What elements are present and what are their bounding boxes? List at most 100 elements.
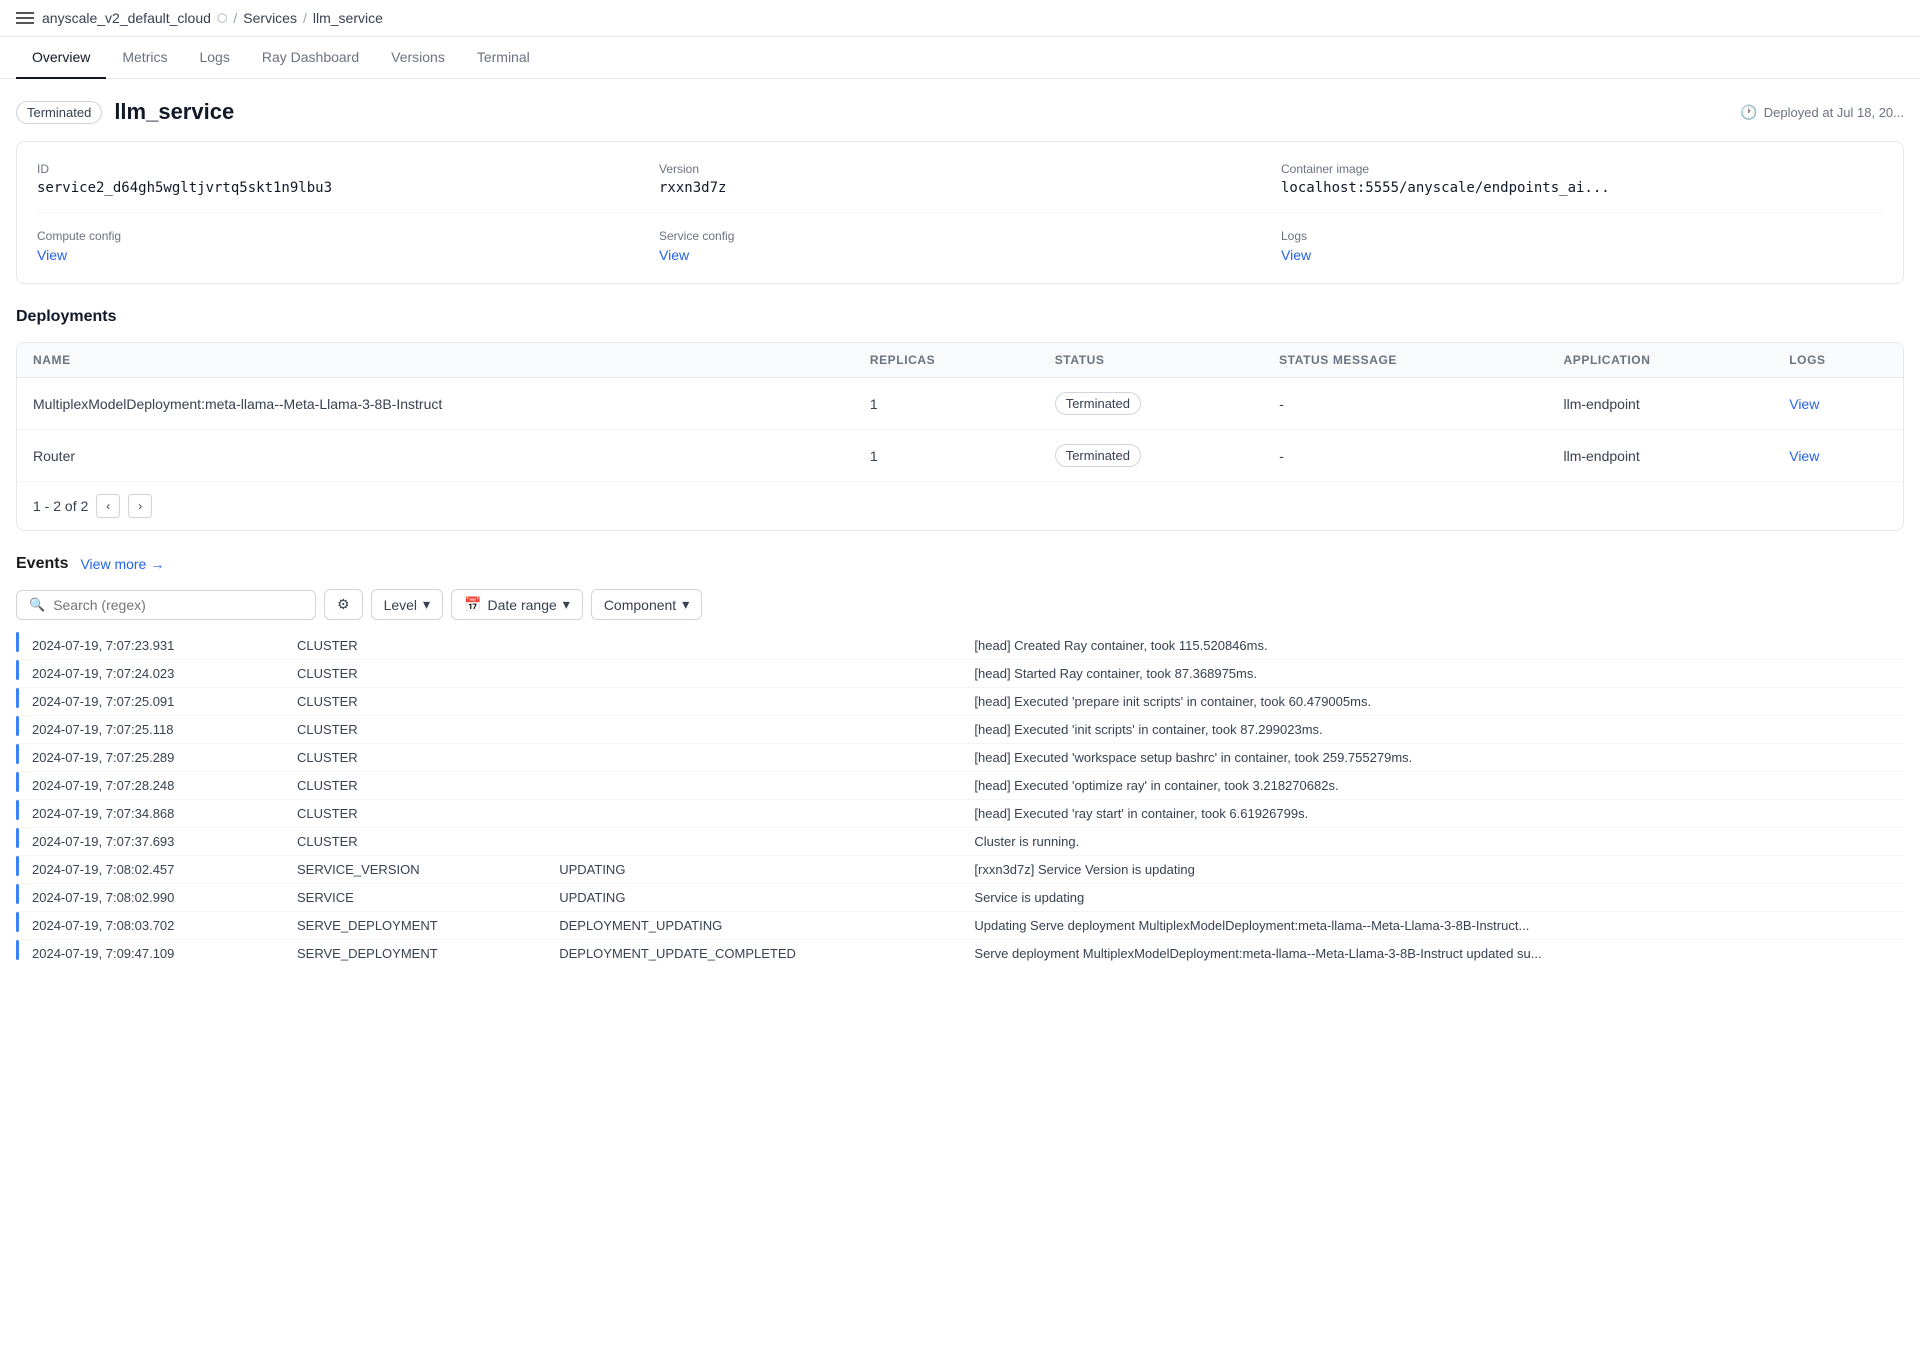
event-action (547, 772, 962, 800)
deployment-application: llm-endpoint (1547, 378, 1773, 430)
level-label: Level (384, 597, 417, 613)
deployment-logs: View (1773, 378, 1903, 430)
table-row: Router 1 Terminated - llm-endpoint View (17, 430, 1903, 482)
event-component: CLUSTER (285, 772, 547, 800)
event-component: CLUSTER (285, 716, 547, 744)
breadcrumb-cloud[interactable]: anyscale_v2_default_cloud (42, 10, 211, 26)
events-filters: 🔍 ⚙ Level ▾ 📅 Date range ▾ Component ▾ (16, 589, 1904, 620)
event-time: 2024-07-19, 7:07:28.248 (20, 772, 285, 800)
component-label: Component (604, 597, 676, 613)
view-more-link[interactable]: View more → (80, 556, 164, 572)
deployment-name: MultiplexModelDeployment:meta-llama--Met… (17, 378, 854, 430)
service-config-view-link[interactable]: View (659, 247, 689, 263)
col-logs: LOGS (1773, 343, 1903, 378)
event-message: [head] Started Ray container, took 87.36… (962, 660, 1904, 688)
event-action (547, 800, 962, 828)
deployment-status: Terminated (1039, 430, 1263, 482)
component-filter-button[interactable]: Component ▾ (591, 589, 702, 620)
id-label: ID (37, 162, 639, 176)
col-status-message: STATUS MESSAGE (1263, 343, 1547, 378)
event-action (547, 744, 962, 772)
event-indicator (16, 828, 19, 848)
event-component: SERVE_DEPLOYMENT (285, 912, 547, 940)
top-header: anyscale_v2_default_cloud ⬡ / Services /… (0, 0, 1920, 37)
event-row: 2024-07-19, 7:07:28.248 CLUSTER [head] E… (16, 772, 1904, 800)
event-action: UPDATING (547, 884, 962, 912)
event-component: CLUSTER (285, 744, 547, 772)
event-message: [rxxn3d7z] Service Version is updating (962, 856, 1904, 884)
pagination-text: 1 - 2 of 2 (33, 498, 88, 514)
event-message: Updating Serve deployment MultiplexModel… (962, 912, 1904, 940)
status-badge-terminated: Terminated (1055, 392, 1141, 415)
service-config-label: Service config (659, 229, 1261, 243)
deployment-logs: View (1773, 430, 1903, 482)
arrow-right-icon: → (150, 556, 164, 572)
event-message: Cluster is running. (962, 828, 1904, 856)
tab-versions[interactable]: Versions (375, 37, 461, 79)
nav-tabs: Overview Metrics Logs Ray Dashboard Vers… (0, 37, 1920, 79)
filter-icon-button[interactable]: ⚙ (324, 589, 363, 620)
info-grid-top: ID service2_d64gh5wgltjvrtq5skt1n9lbu3 V… (37, 162, 1883, 196)
tab-overview[interactable]: Overview (16, 37, 106, 79)
filter-icon: ⚙ (337, 596, 350, 613)
info-service-config: Service config View (659, 229, 1261, 263)
pagination: 1 - 2 of 2 ‹ › (17, 481, 1903, 530)
event-action: UPDATING (547, 856, 962, 884)
hamburger-icon[interactable] (16, 12, 34, 24)
tab-ray-dashboard[interactable]: Ray Dashboard (246, 37, 375, 79)
event-time: 2024-07-19, 7:07:25.091 (20, 688, 285, 716)
event-row: 2024-07-19, 7:08:03.702 SERVE_DEPLOYMENT… (16, 912, 1904, 940)
col-application: APPLICATION (1547, 343, 1773, 378)
logs-view-link[interactable]: View (1281, 247, 1311, 263)
tab-metrics[interactable]: Metrics (106, 37, 183, 79)
deployments-section: Deployments NAME REPLICAS STATUS STATUS … (16, 308, 1904, 531)
col-replicas: REPLICAS (854, 343, 1039, 378)
deployment-logs-link[interactable]: View (1789, 396, 1819, 412)
event-indicator (16, 716, 19, 736)
event-indicator (16, 800, 19, 820)
event-time: 2024-07-19, 7:08:03.702 (20, 912, 285, 940)
breadcrumb-services[interactable]: Services (243, 10, 297, 26)
date-range-label: Date range (488, 597, 557, 613)
event-row: 2024-07-19, 7:08:02.990 SERVICE UPDATING… (16, 884, 1904, 912)
info-compute: Compute config View (37, 229, 639, 263)
next-page-button[interactable]: › (128, 494, 152, 518)
event-component: SERVICE_VERSION (285, 856, 547, 884)
event-indicator (16, 884, 19, 904)
event-component: SERVICE (285, 884, 547, 912)
deployment-name: Router (17, 430, 854, 482)
breadcrumb-current: llm_service (313, 10, 383, 26)
tab-logs[interactable]: Logs (183, 37, 245, 79)
event-message: [head] Executed 'ray start' in container… (962, 800, 1904, 828)
tab-terminal[interactable]: Terminal (461, 37, 546, 79)
event-row: 2024-07-19, 7:08:02.457 SERVICE_VERSION … (16, 856, 1904, 884)
date-range-filter-button[interactable]: 📅 Date range ▾ (451, 589, 583, 620)
event-action (547, 716, 962, 744)
deployments-header-row: NAME REPLICAS STATUS STATUS MESSAGE APPL… (17, 343, 1903, 378)
info-logs: Logs View (1281, 229, 1883, 263)
events-table: 2024-07-19, 7:07:23.931 CLUSTER [head] C… (16, 632, 1904, 967)
event-row: 2024-07-19, 7:07:23.931 CLUSTER [head] C… (16, 632, 1904, 660)
deployments-table: NAME REPLICAS STATUS STATUS MESSAGE APPL… (17, 343, 1903, 481)
search-input[interactable] (53, 597, 303, 613)
level-filter-button[interactable]: Level ▾ (371, 589, 444, 620)
prev-page-button[interactable]: ‹ (96, 494, 120, 518)
info-card: ID service2_d64gh5wgltjvrtq5skt1n9lbu3 V… (16, 141, 1904, 284)
deployment-status-message: - (1263, 378, 1547, 430)
event-message: Service is updating (962, 884, 1904, 912)
event-indicator (16, 688, 19, 708)
main-content: Terminated llm_service 🕐 Deployed at Jul… (0, 79, 1920, 987)
event-time: 2024-07-19, 7:07:24.023 (20, 660, 285, 688)
event-component: CLUSTER (285, 632, 547, 660)
event-row: 2024-07-19, 7:07:25.118 CLUSTER [head] E… (16, 716, 1904, 744)
event-message: Serve deployment MultiplexModelDeploymen… (962, 940, 1904, 968)
events-title: Events (16, 555, 68, 573)
deployment-replicas: 1 (854, 430, 1039, 482)
compute-view-link[interactable]: View (37, 247, 67, 263)
event-time: 2024-07-19, 7:07:37.693 (20, 828, 285, 856)
deployment-logs-link[interactable]: View (1789, 448, 1819, 464)
id-value: service2_d64gh5wgltjvrtq5skt1n9lbu3 (37, 180, 639, 196)
event-row: 2024-07-19, 7:07:25.289 CLUSTER [head] E… (16, 744, 1904, 772)
events-section: Events View more → 🔍 ⚙ Level ▾ 📅 Date ra… (16, 555, 1904, 967)
chevron-down-icon: ▾ (423, 596, 430, 613)
